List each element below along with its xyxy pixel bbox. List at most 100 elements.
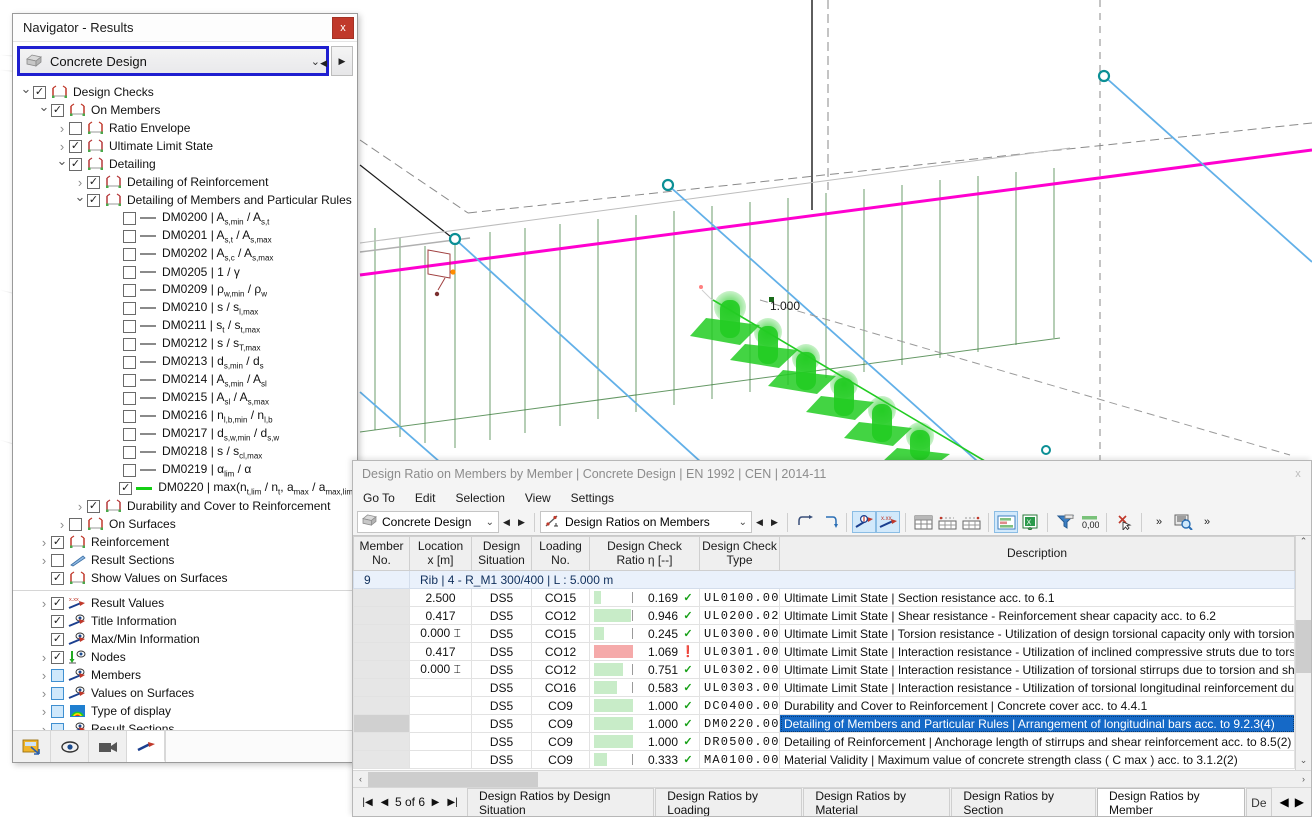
cell-loading-no[interactable]: CO15 bbox=[531, 624, 590, 643]
tree-checkbox[interactable] bbox=[123, 355, 136, 369]
tree-item[interactable]: DM0220 | max(nt,lim / nt, amax / amax,li… bbox=[13, 479, 357, 497]
tree-checkbox[interactable] bbox=[51, 686, 64, 700]
tab-design-ratios-by-loading[interactable]: Design Ratios by Loading bbox=[655, 788, 803, 816]
tree-twisty-icon[interactable] bbox=[37, 102, 51, 118]
tree-checkbox[interactable] bbox=[51, 722, 64, 730]
tree-item[interactable]: DM0211 | st / st,max bbox=[13, 317, 357, 335]
tree-checkbox[interactable] bbox=[87, 175, 100, 189]
visibility-icon[interactable] bbox=[51, 731, 89, 762]
tree-checkbox[interactable] bbox=[51, 535, 64, 549]
column-header-description[interactable]: Description bbox=[779, 536, 1295, 571]
tab-design-ratios-by-section[interactable]: Design Ratios by Section bbox=[951, 788, 1096, 816]
tree-checkbox[interactable] bbox=[69, 139, 82, 153]
tree-twisty-icon[interactable] bbox=[55, 139, 69, 154]
cell-design-situation[interactable]: DS5 bbox=[471, 732, 532, 751]
cell-check-type[interactable]: UL0301.00 bbox=[699, 642, 780, 661]
table-pager[interactable]: |◀ ◀ 5 of 6 ▶ ▶| bbox=[353, 788, 467, 816]
cell-design-situation[interactable]: DS5 bbox=[471, 660, 532, 679]
tree-checkbox[interactable] bbox=[51, 632, 64, 646]
cell-design-ratio[interactable]: 0.333 ✓ bbox=[589, 750, 700, 769]
table-row[interactable]: 0.417 DS5 CO12 0.946 ✓ UL0200.02 Ultimate Limi… bbox=[353, 606, 1295, 625]
cell-design-ratio[interactable]: 1.000 ✓ bbox=[589, 714, 700, 733]
tree-item[interactable]: Design Checks bbox=[13, 83, 357, 101]
tree-checkbox[interactable] bbox=[123, 391, 136, 405]
cell-design-ratio[interactable]: 1.069 ❗ bbox=[589, 642, 700, 661]
tab-de[interactable]: De bbox=[1246, 788, 1272, 816]
table-grid-icon[interactable] bbox=[911, 511, 935, 533]
tree-twisty-icon[interactable] bbox=[37, 722, 51, 731]
results-grid[interactable]: Member No. Location x [m] Design Situation Loa… bbox=[353, 536, 1295, 770]
tree-item[interactable]: DM0218 | s / scl,max bbox=[13, 443, 357, 461]
tree-item[interactable]: Detailing of Reinforcement bbox=[13, 173, 357, 191]
tree-item[interactable]: Members bbox=[13, 666, 357, 684]
tree-item[interactable]: DM0219 | αlim / α bbox=[13, 461, 357, 479]
tree-item[interactable]: Result Sections bbox=[13, 551, 357, 569]
tree-item[interactable]: On Members bbox=[13, 101, 357, 119]
menu-item-settings[interactable]: Settings bbox=[571, 491, 614, 505]
table-next-icon[interactable]: ▶ bbox=[767, 517, 782, 528]
scroll-right-icon[interactable]: › bbox=[1296, 774, 1311, 784]
tree-checkbox[interactable] bbox=[33, 85, 46, 99]
tree-checkbox[interactable] bbox=[123, 373, 136, 387]
tab-design-ratios-by-material[interactable]: Design Ratios by Material bbox=[803, 788, 951, 816]
tree-checkbox[interactable] bbox=[119, 481, 133, 495]
tree-item[interactable]: DM0212 | s / sT,max bbox=[13, 335, 357, 353]
cell-location[interactable] bbox=[409, 714, 472, 733]
cell-location[interactable] bbox=[409, 750, 472, 769]
cell-description[interactable]: Detailing of Reinforcement | Anchorage l… bbox=[779, 732, 1295, 751]
pager-next-icon[interactable]: ▶ bbox=[429, 797, 442, 808]
cell-design-ratio[interactable]: 0.946 ✓ bbox=[589, 606, 700, 625]
cell-design-ratio[interactable]: 1.000 ✓ bbox=[589, 732, 700, 751]
tree-checkbox[interactable] bbox=[123, 445, 136, 459]
tree-item[interactable]: Reinforcement bbox=[13, 533, 357, 551]
tree-checkbox[interactable] bbox=[51, 553, 64, 567]
close-icon[interactable]: x bbox=[332, 16, 354, 39]
cell-check-type[interactable]: UL0302.00 bbox=[699, 660, 780, 679]
overflow-icon[interactable]: » bbox=[1147, 511, 1171, 533]
cell-location[interactable] bbox=[409, 732, 472, 751]
tree-checkbox[interactable] bbox=[51, 596, 64, 610]
module-prev-icon[interactable]: ◀ bbox=[499, 517, 514, 528]
cell-location[interactable] bbox=[409, 678, 472, 697]
cell-location[interactable]: 0.417 bbox=[409, 642, 472, 661]
results-table-window[interactable]: Design Ratio on Members by Member | Conc… bbox=[352, 460, 1312, 817]
module-next-icon[interactable]: ▶ bbox=[514, 517, 529, 528]
pager-first-icon[interactable]: |◀ bbox=[361, 797, 374, 808]
cell-design-situation[interactable]: DS5 bbox=[471, 714, 532, 733]
scroll-down-icon[interactable]: ⌄ bbox=[1300, 755, 1308, 770]
menu-item-view[interactable]: View bbox=[525, 491, 551, 505]
horizontal-scroll-thumb[interactable] bbox=[368, 771, 538, 787]
design-ratio-table[interactable]: Member No. Location x [m] Design Situation Loa… bbox=[353, 536, 1295, 769]
tree-checkbox[interactable] bbox=[87, 193, 100, 207]
pager-prev-icon[interactable]: ◀ bbox=[378, 797, 391, 808]
tree-checkbox[interactable] bbox=[123, 337, 136, 351]
cell-design-situation[interactable]: DS5 bbox=[471, 606, 532, 625]
cell-check-type[interactable]: DR0500.00 bbox=[699, 732, 780, 751]
tree-item[interactable]: DM0205 | 1 / γ bbox=[13, 263, 357, 281]
tree-item[interactable]: DM0214 | As,min / Asl bbox=[13, 371, 357, 389]
chevron-down-icon[interactable]: ⌄ bbox=[480, 517, 494, 528]
tree-checkbox[interactable] bbox=[69, 121, 82, 135]
cell-design-ratio[interactable]: 1.000 ✓ bbox=[589, 696, 700, 715]
tree-twisty-icon[interactable] bbox=[37, 686, 51, 701]
table-header-row[interactable]: Member No. Location x [m] Design Situation Loa… bbox=[353, 536, 1295, 571]
tree-checkbox[interactable] bbox=[123, 265, 136, 279]
cell-design-situation[interactable]: DS5 bbox=[471, 624, 532, 643]
tree-checkbox[interactable] bbox=[51, 614, 64, 628]
cell-location[interactable]: 0.000 ⌶ bbox=[409, 624, 472, 643]
table-row[interactable]: DS5 CO16 0.583 ✓ UL0303.00 Ultimate Limit Sta… bbox=[353, 678, 1295, 697]
tree-twisty-icon[interactable] bbox=[55, 156, 69, 172]
show-result-diagram-icon[interactable] bbox=[852, 511, 876, 533]
table-column-icon[interactable] bbox=[959, 511, 983, 533]
cell-description[interactable]: Ultimate Limit State | Interaction resis… bbox=[779, 660, 1295, 679]
cell-loading-no[interactable]: CO12 bbox=[531, 660, 590, 679]
tree-checkbox[interactable] bbox=[123, 247, 136, 261]
navigator-category-selector[interactable]: Concrete Design ⌄ ▶ ◀ bbox=[17, 44, 353, 78]
cell-design-situation[interactable]: DS5 bbox=[471, 750, 532, 769]
navigator-tree[interactable]: Design Checks On Members Ratio Envelope … bbox=[13, 81, 357, 730]
tree-checkbox[interactable] bbox=[123, 301, 136, 315]
cell-check-type[interactable]: UL0303.00 bbox=[699, 678, 780, 697]
tree-item[interactable]: DM0210 | s / sl,max bbox=[13, 299, 357, 317]
tree-checkbox[interactable] bbox=[123, 283, 136, 297]
tab-design-ratios-by-member[interactable]: Design Ratios by Member bbox=[1096, 788, 1246, 816]
